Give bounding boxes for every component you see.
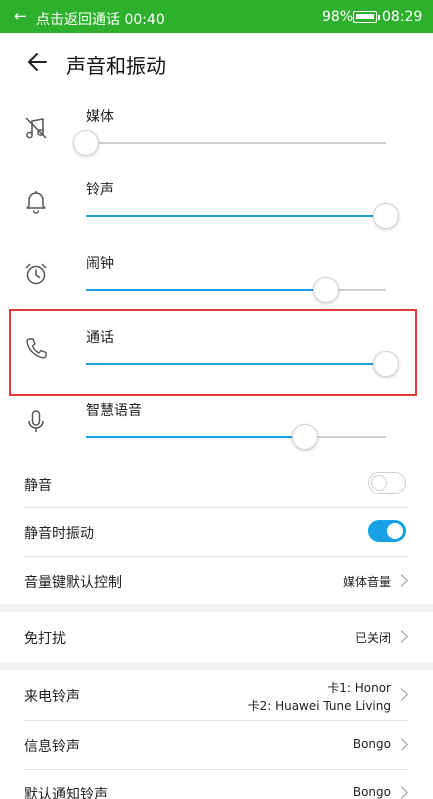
volume-row-ringtone: 铃声 — [0, 174, 433, 248]
ringtone-value-sim2: 卡2: Huawei Tune Living — [247, 699, 391, 713]
toggle-knob — [371, 475, 387, 491]
section-gap — [0, 604, 433, 612]
battery-icon — [353, 11, 380, 23]
chevron-right-icon — [395, 574, 408, 587]
slider-fill — [86, 436, 305, 438]
alarm-clock-icon — [25, 263, 47, 285]
ringtone-label: 来电铃声 — [24, 689, 80, 705]
volume-row-smart-voice: 智慧语音 — [0, 396, 433, 470]
volume-label-media: 媒体 — [86, 109, 114, 125]
volume-row-media: 媒体 — [0, 100, 433, 174]
volume-slider-alarm[interactable] — [86, 289, 386, 291]
title-bar: 声音和振动 — [0, 33, 433, 93]
status-time: 08:29 — [382, 9, 423, 25]
section-gap — [0, 662, 433, 670]
message-tone-value: Bongo — [352, 737, 391, 751]
mute-toggle[interactable] — [368, 472, 406, 494]
mute-label: 静音 — [24, 478, 52, 494]
vibrate-when-muted-label: 静音时振动 — [24, 526, 94, 542]
slider-thumb-ringtone[interactable] — [373, 203, 399, 229]
ringtone-value-sim1: 卡1: Honor — [327, 681, 391, 695]
volume-key-default-row[interactable]: 音量键默认控制 媒体音量 — [0, 557, 433, 603]
vibrate-when-muted-toggle[interactable] — [368, 520, 406, 542]
slider-fill — [86, 289, 326, 291]
notification-tone-value: Bongo — [352, 785, 391, 799]
do-not-disturb-row[interactable]: 免打扰 已关闭 — [0, 612, 433, 662]
do-not-disturb-label: 免打扰 — [24, 631, 66, 647]
notification-tone-label: 默认通知铃声 — [24, 787, 108, 799]
return-to-call-arrow-icon[interactable]: ← — [14, 7, 27, 25]
slider-fill — [86, 215, 386, 217]
chevron-right-icon — [395, 688, 408, 701]
chevron-right-icon — [395, 786, 408, 799]
chevron-right-icon — [395, 630, 408, 643]
toggle-knob — [387, 523, 403, 539]
microphone-icon — [28, 410, 44, 432]
volume-label-ringtone: 铃声 — [86, 182, 114, 198]
arrow-left-icon[interactable] — [24, 47, 54, 77]
volume-slider-media[interactable] — [86, 142, 386, 144]
message-tone-label: 信息铃声 — [24, 739, 80, 755]
notification-tone-row[interactable]: 默认通知铃声 Bongo — [0, 770, 433, 799]
mute-row[interactable]: 静音 — [0, 460, 433, 506]
vibrate-when-muted-row[interactable]: 静音时振动 — [0, 508, 433, 556]
bell-icon — [26, 191, 46, 214]
slider-thumb-smart-voice[interactable] — [292, 424, 318, 450]
battery-percent: 98% — [322, 9, 354, 25]
message-tone-row[interactable]: 信息铃声 Bongo — [0, 721, 433, 769]
return-to-call-text[interactable]: 点击返回通话 00:40 — [36, 9, 165, 29]
status-bar: ← 点击返回通话 00:40 98% 08:29 — [0, 0, 433, 33]
volume-slider-ringtone[interactable] — [86, 215, 386, 217]
volume-key-default-value: 媒体音量 — [342, 575, 391, 589]
slider-thumb-media[interactable] — [73, 130, 99, 156]
volume-label-alarm: 闹钟 — [86, 256, 114, 272]
volume-key-default-label: 音量键默认控制 — [24, 575, 122, 591]
chevron-right-icon — [395, 738, 408, 751]
highlight-box — [9, 309, 417, 396]
volume-slider-smart-voice[interactable] — [86, 436, 386, 438]
ringtone-row[interactable]: 来电铃声 卡1: Honor 卡2: Huawei Tune Living — [0, 670, 433, 720]
music-off-icon — [25, 117, 47, 139]
page-title: 声音和振动 — [66, 54, 166, 78]
slider-thumb-alarm[interactable] — [313, 277, 339, 303]
do-not-disturb-value: 已关闭 — [354, 631, 391, 645]
battery-fill — [356, 14, 374, 19]
volume-label-smart-voice: 智慧语音 — [86, 403, 142, 419]
